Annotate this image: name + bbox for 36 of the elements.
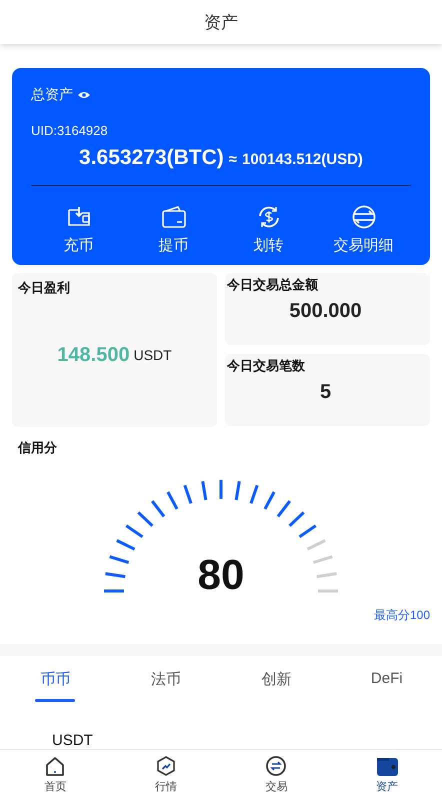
wallet-icon	[376, 755, 398, 777]
wallet-icon	[160, 204, 186, 230]
tab[interactable]: DeFi	[332, 656, 442, 712]
tab[interactable]: 法币	[110, 656, 221, 712]
home-icon	[44, 755, 66, 777]
max-score: 最高分100	[372, 607, 430, 624]
eye-icon	[78, 91, 90, 99]
action-button[interactable]: 交易明细	[316, 204, 411, 255]
nav-item[interactable]: 首页	[0, 750, 110, 799]
exchange-circle-icon	[350, 204, 376, 230]
stat-value: 5	[318, 381, 332, 404]
stat-label: 今日交易笔数	[227, 357, 306, 375]
uid-text: UID:3164928	[31, 123, 109, 138]
coin-name: USDT	[52, 732, 94, 749]
approx-sign: ≈	[228, 151, 238, 168]
stat-label: 今日盈利	[18, 279, 71, 297]
card-label: 总资产	[31, 86, 73, 104]
usd-amount: 100143.512(USD)	[242, 151, 363, 168]
stat-value: 500.000	[288, 300, 363, 323]
tab[interactable]: 创新	[221, 656, 332, 712]
nav-item[interactable]: 资产	[332, 750, 442, 799]
stat-label: 今日交易总金额	[227, 276, 319, 294]
credit-score: 80	[196, 551, 246, 599]
profit-value: 148.500	[57, 344, 130, 366]
exchange-circle-icon	[265, 755, 288, 777]
action-button[interactable]: 充币	[31, 204, 126, 255]
tab[interactable]: 币币	[0, 656, 110, 712]
section-title: 信用分	[18, 439, 58, 457]
action-button[interactable]: 划转	[221, 204, 316, 255]
nav-item[interactable]: 行情	[110, 750, 221, 799]
page-title: 资产	[204, 12, 238, 34]
action-button[interactable]: 提币	[126, 204, 221, 255]
profit-unit: USDT	[134, 347, 172, 363]
nav-item[interactable]: 交易	[221, 750, 332, 799]
hexagon-chart-icon	[154, 755, 177, 777]
btc-amount: 3.653273(BTC)	[79, 146, 224, 170]
